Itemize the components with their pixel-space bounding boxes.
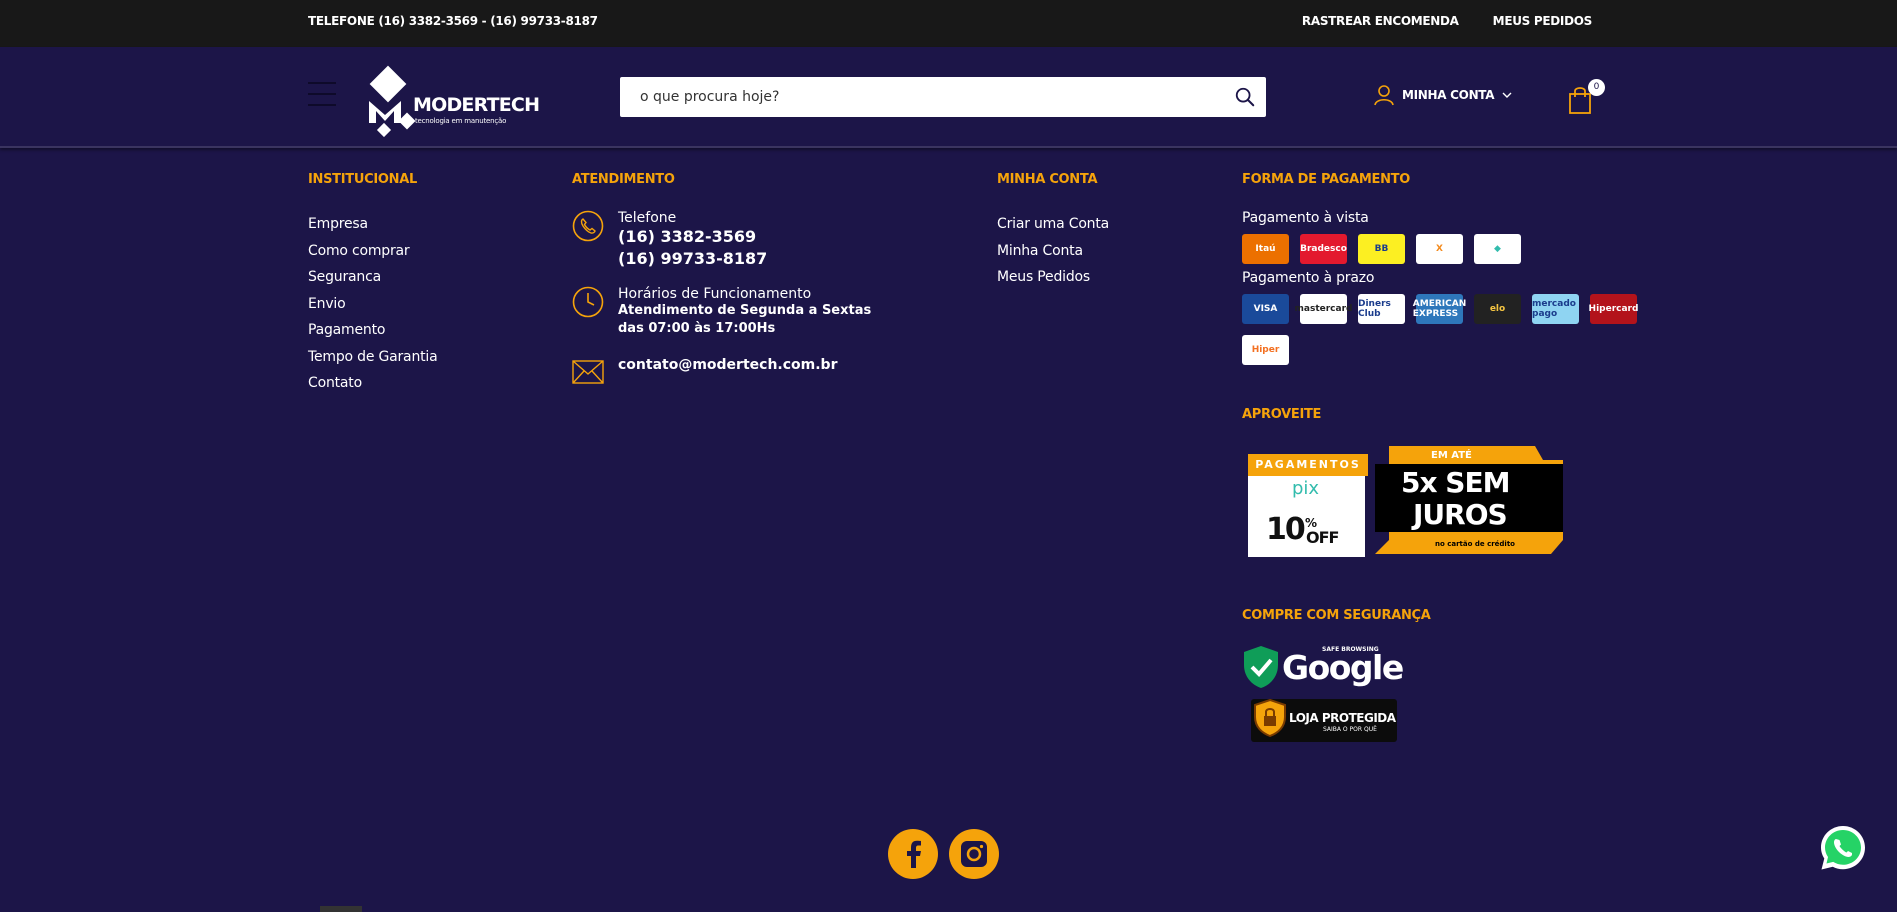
bottom-scroll-indicator xyxy=(320,906,362,912)
prazo-icon-1: mastercard xyxy=(1295,294,1352,324)
hours-line-2: das 07:00 às 17:00Hs xyxy=(618,321,776,336)
prazo-icon-0: VISA xyxy=(1242,294,1289,324)
cart-button[interactable]: 0 xyxy=(1568,79,1608,115)
mail-icon xyxy=(572,360,604,384)
payment-avista-label: Pagamento à vista xyxy=(1242,210,1369,226)
topbar-links: RASTREAR ENCOMENDA MEUS PEDIDOS xyxy=(1302,14,1592,28)
logo[interactable]: MODERTECH tecnologia em manutenção xyxy=(365,65,540,137)
chevron-down-icon xyxy=(1502,92,1512,98)
loja-protegida-seal[interactable]: LOJA PROTEGIDA SAIBA O POR QUÊ xyxy=(1251,699,1397,742)
link-minha-conta[interactable]: Minha Conta xyxy=(997,243,1109,270)
search-icon[interactable] xyxy=(1234,86,1256,108)
installments-main-2: JUROS xyxy=(1413,498,1508,531)
link-seguranca[interactable]: Seguranca xyxy=(308,269,437,296)
phone-icon xyxy=(572,210,604,242)
my-orders-link[interactable]: MEUS PEDIDOS xyxy=(1493,14,1593,28)
user-icon xyxy=(1374,85,1394,106)
facebook-button[interactable] xyxy=(888,829,938,879)
clock-icon xyxy=(572,286,604,318)
pix-off: OFF xyxy=(1306,528,1339,547)
google-logo-text: Google xyxy=(1282,648,1404,687)
hours-label: Horários de Funcionamento xyxy=(618,286,812,302)
seguranca-title: COMPRE COM SEGURANÇA xyxy=(1242,608,1431,623)
email-address[interactable]: contato@modertech.com.br xyxy=(618,356,837,374)
pix-promo-label: PAGAMENTOS xyxy=(1248,454,1368,476)
instagram-button[interactable] xyxy=(949,829,999,879)
account-label: MINHA CONTA xyxy=(1402,88,1495,102)
installments-top: EM ATÉ xyxy=(1431,450,1472,461)
avista-icon-3: X xyxy=(1416,234,1463,264)
search-bar xyxy=(620,77,1266,117)
logo-brand: MODERTECH xyxy=(413,94,540,116)
menu-icon[interactable] xyxy=(308,82,338,110)
pix-promo-card: PAGAMENTOS pix 10 % OFF xyxy=(1248,454,1368,557)
payment-avista-icons: Itaú Bradesco BB X ◆ xyxy=(1242,234,1642,264)
promo-banner: PAGAMENTOS pix 10 % OFF EM ATÉ 5x SEM JU… xyxy=(1245,446,1565,558)
link-criar-conta[interactable]: Criar uma Conta xyxy=(997,216,1109,243)
prazo-icon-3: AMERICAN EXPRESS xyxy=(1413,294,1466,324)
loja-protegida-text: LOJA PROTEGIDA xyxy=(1289,711,1396,725)
header: MODERTECH tecnologia em manutenção MINHA… xyxy=(0,47,1897,148)
loja-protegida-sub: SAIBA O POR QUÊ xyxy=(1323,726,1377,733)
pix-brand: pix xyxy=(1292,478,1320,499)
hours-line-1: Atendimento de Segunda a Sextas xyxy=(618,303,872,318)
search-input[interactable] xyxy=(620,77,1220,117)
phone-block: Telefone (16) 3382-3569 (16) 99733-8187 xyxy=(572,210,767,270)
link-envio[interactable]: Envio xyxy=(308,296,437,323)
lock-shield-icon xyxy=(1254,699,1286,737)
link-contato[interactable]: Contato xyxy=(308,375,437,402)
google-safe-browsing-seal[interactable]: SAFE BROWSING Google xyxy=(1242,643,1412,689)
prazo-icon-4: elo xyxy=(1474,294,1521,324)
link-meus-pedidos[interactable]: Meus Pedidos xyxy=(997,269,1109,296)
minha-conta-links: Criar uma Conta Minha Conta Meus Pedidos xyxy=(997,216,1109,296)
payment-prazo-label: Pagamento à prazo xyxy=(1242,270,1375,286)
link-tempo-garantia[interactable]: Tempo de Garantia xyxy=(308,349,438,376)
pix-discount: 10 xyxy=(1266,512,1306,547)
topbar-phone: TELEFONE (16) 3382-3569 - (16) 99733-818… xyxy=(308,14,598,28)
track-order-link[interactable]: RASTREAR ENCOMENDA xyxy=(1302,14,1459,28)
email-block: contato@modertech.com.br xyxy=(572,356,837,388)
whatsapp-icon xyxy=(1821,826,1865,870)
facebook-icon xyxy=(907,840,921,868)
link-pagamento[interactable]: Pagamento xyxy=(308,322,437,349)
whatsapp-button[interactable] xyxy=(1818,823,1868,873)
installments-main: 5x SEM xyxy=(1401,466,1510,499)
prazo-icon-6: Hipercard xyxy=(1589,294,1638,324)
cart-count-badge: 0 xyxy=(1588,79,1605,96)
prazo-icon-2: Diners Club xyxy=(1358,294,1405,324)
prazo-icon-7: Hiper xyxy=(1242,335,1289,365)
avista-icon-1: Bradesco xyxy=(1300,234,1347,264)
phone-number-1[interactable]: (16) 3382-3569 xyxy=(618,226,767,248)
account-menu[interactable]: MINHA CONTA xyxy=(1374,84,1512,106)
minha-conta-title: MINHA CONTA xyxy=(997,172,1098,187)
institucional-links: Empresa Como comprar Seguranca Envio Pag… xyxy=(308,216,438,402)
aproveite-title: APROVEITE xyxy=(1242,407,1322,422)
link-como-comprar[interactable]: Como comprar xyxy=(308,243,437,270)
top-bar: TELEFONE (16) 3382-3569 - (16) 99733-818… xyxy=(0,0,1897,47)
avista-icon-2: BB xyxy=(1358,234,1405,264)
link-empresa[interactable]: Empresa xyxy=(308,216,437,243)
payment-prazo-icons: VISA mastercard Diners Club AMERICAN EXPRES… xyxy=(1242,294,1642,365)
logo-tagline: tecnologia em manutenção xyxy=(415,117,507,125)
avista-icon-0: Itaú xyxy=(1242,234,1289,264)
phone-label: Telefone xyxy=(618,210,677,226)
shield-check-icon xyxy=(1244,646,1278,688)
institucional-title: INSTITUCIONAL xyxy=(308,172,417,187)
instagram-icon xyxy=(961,841,987,867)
installments-note: no cartão de crédito xyxy=(1435,540,1515,548)
payment-title: FORMA DE PAGAMENTO xyxy=(1242,172,1411,187)
hours-block: Horários de Funcionamento Atendimento de… xyxy=(572,286,871,338)
avista-icon-4: ◆ xyxy=(1474,234,1521,264)
prazo-icon-5: mercado pago xyxy=(1532,294,1579,324)
phone-number-2[interactable]: (16) 99733-8187 xyxy=(618,248,767,270)
installments-promo-card: EM ATÉ 5x SEM JUROS no cartão de crédito xyxy=(1375,446,1563,554)
atendimento-title: ATENDIMENTO xyxy=(572,172,675,187)
